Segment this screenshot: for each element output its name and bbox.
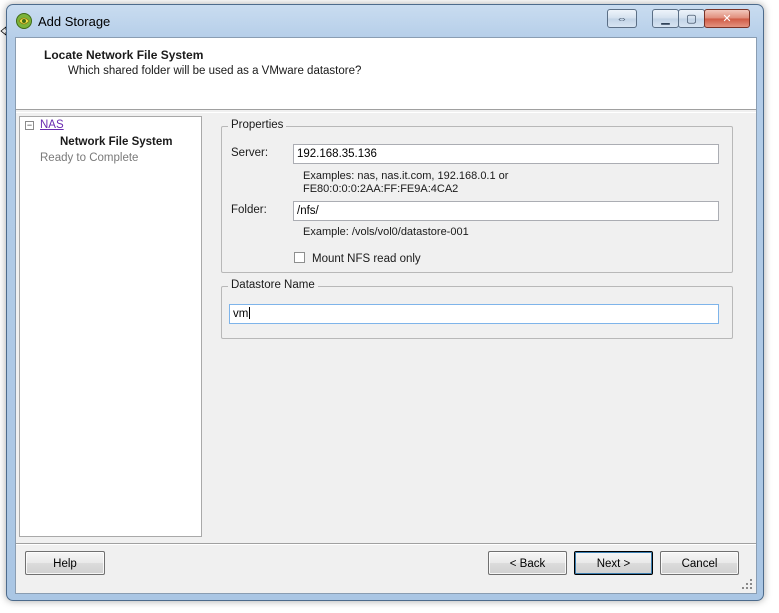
window-title: Add Storage: [38, 14, 111, 29]
datastore-name-group: Datastore Name vm: [221, 279, 733, 339]
page-title: Locate Network File System: [44, 48, 204, 62]
help-button[interactable]: Help: [25, 551, 105, 575]
server-label: Server:: [231, 147, 269, 159]
minimize-icon: ▁: [661, 13, 670, 25]
footer-divider-highlight: [16, 544, 756, 545]
add-storage-window: Add Storage ⇔ ▁ ▢ ✕ Locate Network File …: [6, 4, 764, 601]
resize-arrows-icon: ⇔: [616, 12, 628, 25]
text-caret: [249, 307, 251, 319]
step-ready-to-complete: Ready to Complete: [40, 152, 139, 164]
page-subtitle: Which shared folder will be used as a VM…: [68, 65, 362, 77]
properties-group: Properties Server: 192.168.35.136 Exampl…: [221, 119, 733, 273]
server-input[interactable]: 192.168.35.136: [293, 144, 719, 164]
maximize-icon: ▢: [686, 13, 697, 25]
next-button[interactable]: Next >: [574, 551, 653, 575]
folder-hint: Example: /vols/vol0/datastore-001: [303, 226, 469, 238]
collapse-icon[interactable]: −: [25, 121, 34, 130]
title-bar[interactable]: Add Storage ⇔ ▁ ▢ ✕: [7, 5, 763, 37]
server-hint-line1: Examples: nas, nas.it.com, 192.168.0.1 o…: [303, 170, 509, 182]
mount-readonly-checkbox[interactable]: [294, 252, 305, 263]
vsphere-app-icon: [16, 13, 32, 29]
properties-legend: Properties: [228, 119, 287, 131]
close-button[interactable]: ✕: [704, 9, 750, 28]
folder-input[interactable]: /nfs/: [293, 201, 719, 221]
step-link-nas[interactable]: NAS: [40, 119, 64, 131]
close-icon: ✕: [722, 13, 732, 25]
datastore-name-legend: Datastore Name: [228, 279, 318, 291]
header-divider: [16, 112, 756, 113]
wizard-steps-panel: − NAS Network File System Ready to Compl…: [19, 116, 202, 537]
back-button[interactable]: < Back: [488, 551, 567, 575]
cancel-button[interactable]: Cancel: [660, 551, 739, 575]
mount-readonly-label[interactable]: Mount NFS read only: [312, 253, 421, 265]
maximize-button[interactable]: ▢: [678, 9, 705, 28]
step-current-network-file-system: Network File System: [60, 136, 173, 148]
wizard-header: Locate Network File System Which shared …: [16, 38, 756, 110]
datastore-name-text: vm: [233, 308, 249, 320]
server-hint-line2: FE80:0:0:0:2AA:FF:FE9A:4CA2: [303, 183, 459, 195]
resize-grip-icon[interactable]: [741, 578, 753, 590]
minimize-button[interactable]: ▁: [652, 9, 679, 28]
wizard-client-area: Locate Network File System Which shared …: [15, 37, 757, 594]
folder-label: Folder:: [231, 204, 267, 216]
restore-size-button[interactable]: ⇔: [607, 9, 637, 28]
datastore-name-input[interactable]: vm: [229, 304, 719, 324]
